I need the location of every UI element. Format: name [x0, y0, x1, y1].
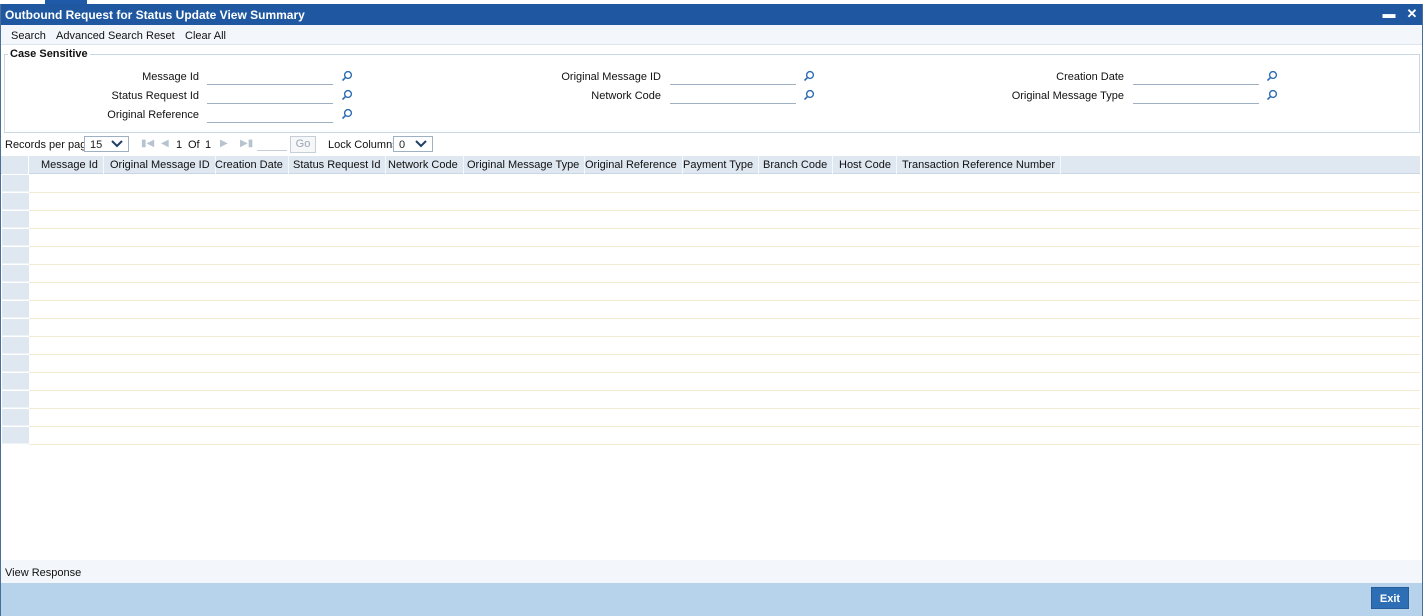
creation-date-label: Creation Date [1056, 71, 1124, 83]
network-code-label: Network Code [591, 90, 661, 102]
records-per-page-label: Records per page [5, 139, 93, 151]
column-header-original-message-type[interactable]: Original Message Type [462, 156, 586, 174]
last-page-icon[interactable]: ▶▮ [240, 138, 253, 149]
records-per-page-select[interactable]: 15 [84, 136, 129, 152]
message-id-label: Message Id [142, 71, 199, 83]
column-header-network-code[interactable]: Network Code [383, 156, 464, 174]
previous-page-icon[interactable]: ◀ [161, 138, 169, 149]
window-title: Outbound Request for Status Update View … [5, 8, 305, 22]
row-selector[interactable] [2, 337, 29, 354]
original-message-type-input[interactable] [1133, 90, 1259, 104]
total-pages: 1 [205, 139, 212, 151]
lock-columns-select[interactable]: 0 [393, 136, 433, 152]
go-to-page-input[interactable] [257, 138, 287, 151]
table-row[interactable] [29, 337, 1420, 355]
magnifier-icon[interactable] [341, 89, 353, 101]
search-criteria-panel: Case Sensitive Message Id Status Request… [4, 48, 1420, 133]
magnifier-icon[interactable] [1266, 89, 1278, 101]
column-header-host-code[interactable]: Host Code [834, 156, 897, 174]
footer-links: View Response [0, 560, 1423, 583]
row-selector[interactable] [2, 355, 29, 372]
column-header-transaction-reference-number[interactable]: Transaction Reference Number [897, 156, 1062, 174]
message-id-input[interactable] [207, 71, 333, 85]
status-request-id-label: Status Request Id [111, 90, 199, 102]
original-reference-label: Original Reference [107, 109, 199, 121]
table-row[interactable] [29, 265, 1420, 283]
view-response-link[interactable]: View Response [5, 567, 81, 579]
column-header-status-request-id[interactable]: Status Request Id [288, 156, 387, 174]
table-row[interactable] [29, 247, 1420, 265]
row-selector[interactable] [2, 229, 29, 246]
creation-date-input[interactable] [1133, 71, 1259, 85]
row-selector[interactable] [2, 427, 29, 444]
column-header-branch-code[interactable]: Branch Code [758, 156, 834, 174]
table-row[interactable] [29, 391, 1420, 409]
table-row[interactable] [29, 211, 1420, 229]
table-row[interactable] [29, 355, 1420, 373]
magnifier-icon[interactable] [803, 70, 815, 82]
magnifier-icon[interactable] [341, 70, 353, 82]
row-selector[interactable] [2, 265, 29, 282]
row-selector[interactable] [2, 409, 29, 426]
table-row[interactable] [29, 193, 1420, 211]
window-title-bar: Outbound Request for Status Update View … [0, 4, 1423, 25]
clear-all-button[interactable]: Clear All [185, 30, 226, 42]
original-message-type-label: Original Message Type [1011, 90, 1124, 102]
window-border-left [0, 4, 1, 616]
table-row[interactable] [29, 319, 1420, 337]
row-selector[interactable] [2, 175, 29, 192]
row-selector[interactable] [2, 283, 29, 300]
of-label: Of [188, 139, 200, 151]
table-row[interactable] [29, 409, 1420, 427]
column-header-original-message-id[interactable]: Original Message ID [105, 156, 216, 174]
column-header-message-id[interactable]: Message Id [36, 156, 104, 174]
row-selector[interactable] [2, 193, 29, 210]
chevron-down-icon [111, 140, 123, 148]
go-button[interactable]: Go [290, 136, 316, 153]
chevron-down-icon [415, 140, 427, 148]
search-button[interactable]: Search [11, 30, 46, 42]
case-sensitive-legend: Case Sensitive [8, 48, 90, 60]
table-row[interactable] [29, 175, 1420, 193]
status-request-id-input[interactable] [207, 90, 333, 104]
column-header-original-reference[interactable]: Original Reference [580, 156, 683, 174]
row-selector[interactable] [2, 319, 29, 336]
original-message-id-label: Original Message ID [561, 71, 661, 83]
grid-header: Message Id Original Message ID Creation … [0, 156, 1420, 174]
next-page-icon[interactable]: ▶ [220, 138, 228, 149]
row-selector[interactable] [2, 301, 29, 318]
lock-columns-value: 0 [399, 139, 406, 151]
first-page-icon[interactable]: ▮◀ [141, 138, 154, 149]
magnifier-icon[interactable] [803, 89, 815, 101]
current-page: 1 [176, 139, 183, 151]
table-row[interactable] [29, 427, 1420, 445]
results-grid: Message Id Original Message ID Creation … [0, 156, 1423, 445]
lock-columns-label: Lock Columns [328, 139, 398, 151]
magnifier-icon[interactable] [1266, 70, 1278, 82]
row-selector[interactable] [2, 211, 29, 228]
table-row[interactable] [29, 229, 1420, 247]
network-code-input[interactable] [670, 90, 796, 104]
pagination-bar: Records per page 15 ▮◀ ◀ 1 Of 1 ▶ ▶▮ Go … [0, 135, 1423, 155]
column-header-creation-date[interactable]: Creation Date [210, 156, 289, 174]
select-all-cell[interactable] [2, 156, 29, 174]
exit-button[interactable]: Exit [1371, 587, 1409, 609]
table-row[interactable] [29, 283, 1420, 301]
bottom-bar: Exit [0, 583, 1423, 616]
table-row[interactable] [29, 373, 1420, 391]
advanced-search-button[interactable]: Advanced Search [56, 30, 143, 42]
toolbar: Search Advanced Search Reset Clear All [0, 25, 1423, 45]
reset-button[interactable]: Reset [146, 30, 175, 42]
row-selector[interactable] [2, 247, 29, 264]
original-message-id-input[interactable] [670, 71, 796, 85]
magnifier-icon[interactable] [341, 108, 353, 120]
original-reference-input[interactable] [207, 109, 333, 123]
row-selector[interactable] [2, 373, 29, 390]
records-per-page-value: 15 [90, 139, 103, 151]
close-icon[interactable]: ✕ [1404, 6, 1420, 22]
minimize-icon[interactable]: ▬ [1381, 6, 1397, 22]
row-selector[interactable] [2, 391, 29, 408]
table-row[interactable] [29, 301, 1420, 319]
column-header-payment-type[interactable]: Payment Type [678, 156, 760, 174]
